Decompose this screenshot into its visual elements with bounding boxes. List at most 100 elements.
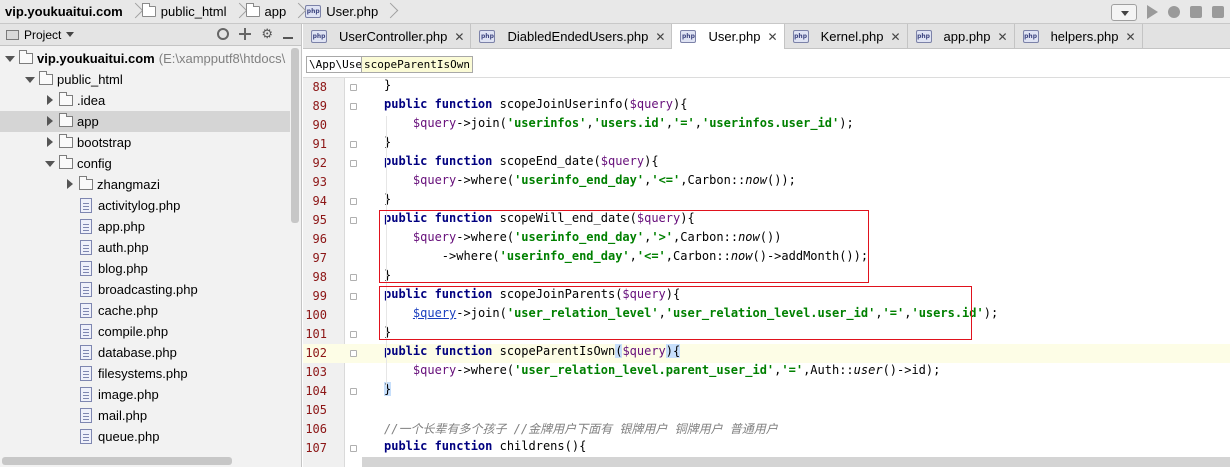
tab-usercontroller-php[interactable]: php UserController.php ✕ (303, 24, 472, 49)
chevron-right-icon (130, 0, 140, 24)
code-line[interactable] (362, 401, 1230, 420)
close-icon[interactable]: ✕ (454, 30, 464, 44)
code-line[interactable]: $query->where('userinfo_end_day','<=',Ca… (362, 173, 1230, 192)
tree-item-app[interactable]: app (0, 111, 290, 132)
close-icon[interactable]: ✕ (890, 30, 900, 44)
tab-label: app.php (943, 29, 991, 44)
tab-user-php[interactable]: php User.php ✕ (672, 24, 785, 49)
fold-close-icon[interactable] (350, 84, 357, 91)
code-line[interactable]: } (362, 78, 1230, 97)
nav-crumb-project-label: vip.youkuaitui.com (5, 4, 123, 19)
code-line[interactable]: $query->join('userinfos','users.id','=',… (362, 116, 1230, 135)
navigation-bar: vip.youkuaitui.com public_html app php U… (0, 0, 1230, 24)
tree-item-auth-php[interactable]: auth.php (0, 237, 290, 258)
run-toolbar (1111, 0, 1230, 24)
fold-close-icon[interactable] (350, 198, 357, 205)
breadcrumb-method[interactable]: scopeParentIsOwn (361, 56, 473, 73)
tree-item-vip-youkuaitui-com[interactable]: vip.youkuaitui.com (E:\xampputf8\htdocs\ (0, 48, 290, 69)
chevron-down-icon[interactable] (24, 69, 36, 90)
close-icon[interactable]: ✕ (1126, 30, 1136, 44)
stop-icon[interactable] (1212, 6, 1224, 18)
collapse-all-icon[interactable] (239, 28, 252, 40)
chevron-down-icon[interactable] (66, 32, 75, 37)
chevron-down-icon[interactable] (44, 153, 56, 174)
code-line[interactable]: } (362, 382, 1230, 401)
tree-item-app-php[interactable]: app.php (0, 216, 290, 237)
tree-item-label: blog.php (98, 261, 148, 276)
tree-item-queue-php[interactable]: queue.php (0, 426, 290, 447)
project-panel-header[interactable]: Project ⚙ (0, 24, 301, 46)
tree-item-cache-php[interactable]: cache.php (0, 300, 290, 321)
chevron-right-icon[interactable] (44, 132, 56, 153)
tree-horizontal-scrollbar[interactable] (2, 457, 232, 465)
editor-horizontal-scrollbar[interactable] (362, 457, 1230, 467)
fold-open-icon[interactable] (350, 217, 357, 224)
fold-open-icon[interactable] (350, 293, 357, 300)
run-config-dropdown[interactable] (1111, 3, 1137, 21)
tree-item-compile-php[interactable]: compile.php (0, 321, 290, 342)
locate-file-icon[interactable] (217, 28, 230, 40)
fold-open-icon[interactable] (350, 103, 357, 110)
folder-icon (59, 113, 73, 127)
nav-crumb-public-html[interactable]: public_html (140, 0, 234, 24)
tab-helpers-php[interactable]: php helpers.php ✕ (1015, 24, 1143, 49)
code-line[interactable]: $query->where('user_relation_level.paren… (362, 363, 1230, 382)
nav-crumb-project[interactable]: vip.youkuaitui.com (0, 0, 130, 24)
code-line[interactable]: public function childrens(){ (362, 439, 1230, 458)
close-icon[interactable]: ✕ (768, 30, 778, 44)
tree-item-image-php[interactable]: image.php (0, 384, 290, 405)
tree-item-mail-php[interactable]: mail.php (0, 405, 290, 426)
run-icon[interactable] (1147, 5, 1158, 19)
coverage-icon[interactable] (1190, 6, 1202, 18)
tree-item-filesystems-php[interactable]: filesystems.php (0, 363, 290, 384)
tree-item-public-html[interactable]: public_html (0, 69, 290, 90)
tab-kernel-php[interactable]: php Kernel.php ✕ (785, 24, 908, 49)
tree-item-label: cache.php (98, 303, 158, 318)
code-line[interactable]: public function scopeEnd_date($query){ (362, 154, 1230, 173)
tree-vertical-scrollbar[interactable] (291, 48, 299, 223)
fold-close-icon[interactable] (350, 141, 357, 148)
fold-close-icon[interactable] (350, 274, 357, 281)
tree-item-broadcasting-php[interactable]: broadcasting.php (0, 279, 290, 300)
folder-icon (19, 50, 33, 64)
chevron-right-icon[interactable] (64, 174, 76, 195)
tab-app-php[interactable]: php app.php ✕ (908, 24, 1015, 49)
tree-item-idea[interactable]: .idea (0, 90, 290, 111)
tree-item-config[interactable]: config (0, 153, 290, 174)
fold-close-icon[interactable] (350, 388, 357, 395)
tree-item-blog-php[interactable]: blog.php (0, 258, 290, 279)
debug-icon[interactable] (1168, 6, 1180, 18)
nav-crumb-file[interactable]: php User.php (303, 0, 385, 24)
tree-item-activitylog-php[interactable]: activitylog.php (0, 195, 290, 216)
folder-icon (59, 92, 73, 106)
tab-diabledendedusers-php[interactable]: php DiabledEndedUsers.php ✕ (471, 24, 673, 49)
chevron-right-icon[interactable] (44, 90, 56, 111)
code-line[interactable]: } (362, 192, 1230, 211)
code-line[interactable]: public function scopeJoinUserinfo($query… (362, 97, 1230, 116)
fold-open-icon[interactable] (350, 350, 357, 357)
chevron-down-icon[interactable] (4, 48, 16, 69)
tree-item-bootstrap[interactable]: bootstrap (0, 132, 290, 153)
hide-panel-icon[interactable] (283, 37, 293, 39)
gear-icon[interactable]: ⚙ (261, 27, 273, 40)
close-icon[interactable]: ✕ (655, 30, 665, 44)
tree-item-zhangmazi[interactable]: zhangmazi (0, 174, 290, 195)
tree-item-database-php[interactable]: database.php (0, 342, 290, 363)
fold-open-icon[interactable] (350, 445, 357, 452)
code-line[interactable]: } (362, 135, 1230, 154)
tree-item-label: config (77, 156, 112, 171)
tree-item-label: image.php (98, 387, 159, 402)
fold-close-icon[interactable] (350, 331, 357, 338)
line-number: 100 (305, 308, 327, 322)
php-file-icon: php (680, 30, 697, 43)
code-line[interactable]: public function scopeParentIsOwn($query)… (362, 344, 1230, 363)
fold-open-icon[interactable] (350, 160, 357, 167)
close-icon[interactable]: ✕ (998, 30, 1008, 44)
nav-crumb-app[interactable]: app (244, 0, 294, 24)
code-line[interactable]: //一个长辈有多个孩子 //金牌用户下面有 银牌用户 铜牌用户 普通用户 (362, 420, 1230, 439)
project-icon (6, 29, 19, 40)
chevron-right-icon[interactable] (44, 111, 56, 132)
